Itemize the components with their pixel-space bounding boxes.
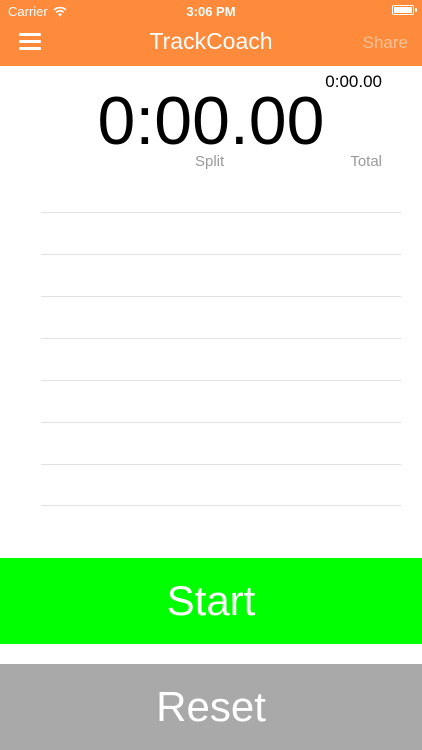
battery-icon [392,5,417,15]
lap-list [41,212,401,506]
split-time-display: 0:00.00 [97,83,325,159]
lap-row [41,338,401,380]
reset-button[interactable]: Reset [0,664,422,750]
lap-row [41,296,401,338]
split-label: Split [195,153,225,170]
total-label: Total [350,153,382,170]
lap-row [41,422,401,464]
app-title: TrackCoach [149,28,273,54]
lap-row [41,464,401,506]
lap-row [41,254,401,296]
status-time: 3:06 PM [186,4,236,19]
share-button[interactable]: Share [363,33,408,53]
nav-bar: Carrier 3:06 PM TrackCoach Share [0,0,422,66]
status-bar: Carrier 3:06 PM [0,0,422,22]
start-button[interactable]: Start [0,558,422,644]
lap-row [41,212,401,254]
lap-row [41,380,401,422]
